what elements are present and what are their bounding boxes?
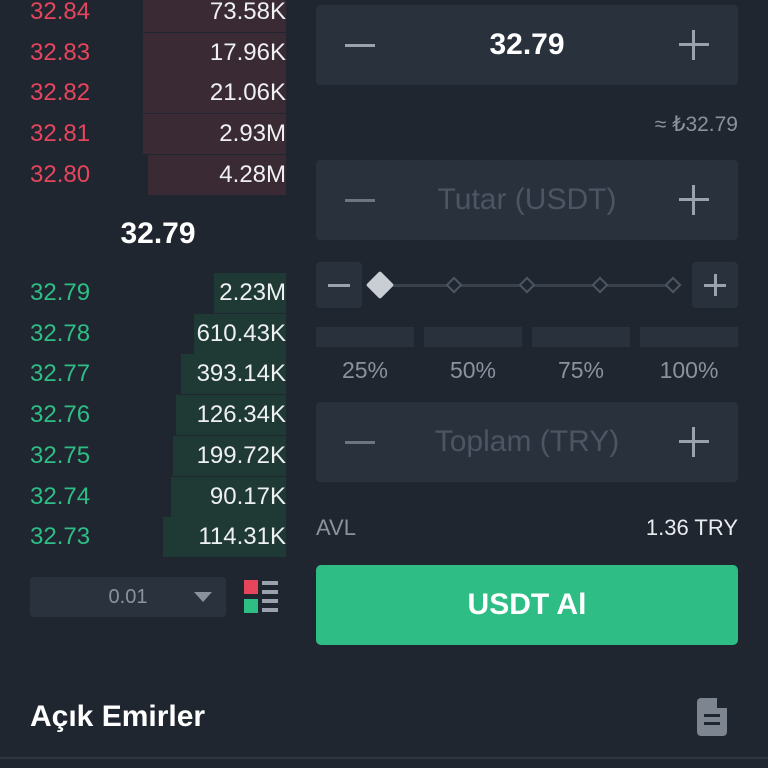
bid-price: 32.75: [30, 441, 91, 469]
bid-row[interactable]: 32.75 199.72K: [30, 435, 286, 476]
bid-row[interactable]: 32.78 610.43K: [30, 313, 286, 354]
amount-slider[interactable]: [316, 262, 738, 308]
last-price[interactable]: 32.79: [30, 212, 286, 256]
bid-row[interactable]: 32.77 393.14K: [30, 354, 286, 395]
available-label: AVL: [316, 515, 356, 540]
minus-icon: [345, 440, 375, 444]
ask-amount: 4.28M: [219, 160, 286, 188]
trade-form: 32.79 ≈ ₺32.79 Tutar (USDT) 25% 50% 75%: [316, 0, 738, 660]
bid-amount: 2.23M: [219, 279, 286, 306]
minus-icon: [345, 198, 375, 202]
minus-icon: [328, 284, 350, 287]
amount-decrease-button[interactable]: [340, 180, 380, 220]
total-input[interactable]: Toplam (TRY): [380, 425, 674, 459]
total-increase-button[interactable]: [674, 422, 714, 462]
ask-row[interactable]: 32.83 17.96K: [30, 32, 286, 73]
ask-price: 32.81: [30, 120, 91, 148]
bid-amount: 126.34K: [196, 401, 286, 429]
percentage-options: 25% 50% 75% 100%: [316, 327, 738, 387]
price-increase-button[interactable]: [674, 25, 714, 65]
buy-usdt-button[interactable]: USDT Al: [316, 565, 738, 645]
amount-input[interactable]: Tutar (USDT): [380, 183, 674, 217]
slider-thumb[interactable]: [365, 270, 395, 300]
precision-value: 0.01: [108, 585, 148, 608]
document-icon[interactable]: [697, 698, 727, 736]
ask-row[interactable]: 32.82 21.06K: [30, 73, 286, 114]
bid-row[interactable]: 32.73 114.31K: [30, 517, 286, 558]
bid-price: 32.79: [30, 279, 91, 306]
ask-price: 32.82: [30, 79, 91, 107]
price-input[interactable]: 32.79: [380, 28, 674, 62]
ask-row[interactable]: 32.80 4.28M: [30, 154, 286, 195]
price-stepper: 32.79: [316, 5, 738, 85]
bid-amount: 199.72K: [196, 441, 286, 469]
percentage-50-button[interactable]: 50%: [424, 327, 522, 387]
open-orders-title: Açık Emirler: [30, 700, 206, 733]
ask-amount: 21.06K: [209, 79, 286, 107]
slider-tick-75[interactable]: [591, 276, 609, 294]
percentage-25-button[interactable]: 25%: [316, 327, 414, 387]
bid-price: 32.74: [30, 482, 91, 510]
bid-amount: 90.17K: [209, 482, 286, 510]
ask-amount: 2.93M: [219, 120, 286, 148]
percentage-100-button[interactable]: 100%: [640, 327, 738, 387]
amount-stepper: Tutar (USDT): [316, 160, 738, 240]
slider-tick-25[interactable]: [445, 276, 463, 294]
total-decrease-button[interactable]: [340, 422, 380, 462]
ask-row[interactable]: 32.81 2.93M: [30, 114, 286, 155]
slider-decrease-button[interactable]: [316, 262, 362, 308]
bid-price: 32.73: [30, 523, 91, 551]
bid-price: 32.76: [30, 401, 91, 429]
order-book: 32.84 73.58K 32.83 17.96K 32.82 21.06K 32.81 2.…: [0, 0, 300, 560]
chevron-down-icon: [194, 592, 212, 602]
bid-amount: 610.43K: [196, 319, 286, 347]
price-decrease-button[interactable]: [340, 25, 380, 65]
minus-icon: [345, 43, 375, 47]
ask-amount: 17.96K: [209, 38, 286, 66]
bid-row[interactable]: 32.79 2.23M: [30, 273, 286, 313]
bid-price: 32.78: [30, 319, 91, 347]
amount-increase-button[interactable]: [674, 180, 714, 220]
slider-tick-50[interactable]: [518, 276, 536, 294]
ask-price: 32.83: [30, 38, 91, 66]
bid-amount: 393.14K: [196, 360, 286, 388]
ask-amount: 73.58K: [209, 0, 286, 25]
slider-increase-button[interactable]: [692, 262, 738, 308]
total-stepper: Toplam (TRY): [316, 402, 738, 482]
bid-row[interactable]: 32.76 126.34K: [30, 395, 286, 436]
available-value: 1.36 TRY: [645, 515, 738, 540]
precision-select[interactable]: 0.01: [30, 577, 226, 617]
bid-row[interactable]: 32.74 90.17K: [30, 476, 286, 517]
available-balance: AVL 1.36 TRY: [316, 512, 738, 544]
ask-price: 32.80: [30, 160, 91, 188]
ask-price: 32.84: [30, 0, 91, 25]
orderbook-layout-icon[interactable]: [244, 580, 278, 614]
bid-amount: 114.31K: [198, 523, 286, 551]
slider-tick-100[interactable]: [664, 276, 682, 294]
bid-price: 32.77: [30, 360, 91, 388]
ask-row[interactable]: 32.84 73.58K: [30, 0, 286, 32]
percentage-75-button[interactable]: 75%: [532, 327, 630, 387]
divider: [0, 757, 768, 759]
approx-price: ≈ ₺32.79: [654, 113, 738, 136]
